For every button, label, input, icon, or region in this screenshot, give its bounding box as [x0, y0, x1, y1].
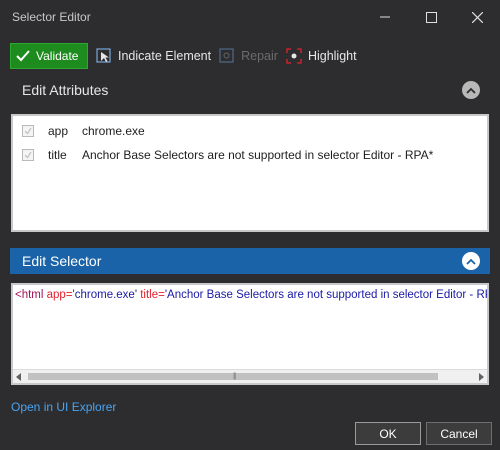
indicate-element-label: Indicate Element [118, 49, 212, 63]
repair-icon [219, 48, 234, 63]
attribute-checkbox[interactable] [22, 125, 34, 137]
highlight-icon [286, 48, 302, 64]
scroll-thumb[interactable]: ||| [28, 373, 438, 380]
scroll-right-icon[interactable] [479, 373, 484, 381]
ok-button[interactable]: OK [355, 422, 421, 445]
selector-attr-token: app= [46, 289, 73, 301]
attribute-checkbox[interactable] [22, 149, 34, 161]
title-bar: Selector Editor [0, 0, 500, 34]
maximize-icon [425, 11, 437, 23]
validate-button[interactable]: Validate [10, 43, 88, 69]
edit-attributes-title: Edit Attributes [22, 82, 109, 98]
collapse-selector-button[interactable] [462, 252, 480, 270]
attribute-row-app: app chrome.exe [13, 119, 487, 143]
toolbar: Validate Indicate Element Repair Highlig… [0, 42, 500, 70]
minimize-icon [380, 16, 390, 18]
edit-selector-title: Edit Selector [22, 253, 102, 269]
edit-attributes-header: Edit Attributes [10, 77, 490, 103]
repair-button[interactable]: Repair [219, 43, 278, 69]
edit-selector-header: Edit Selector [10, 248, 490, 274]
attributes-panel: app chrome.exe title Anchor Base Selecto… [11, 114, 489, 232]
attribute-name: title [48, 148, 67, 162]
selector-text[interactable]: <html app='chrome.exe' title='Anchor Bas… [15, 289, 489, 301]
collapse-attributes-button[interactable] [462, 81, 480, 99]
indicate-element-button[interactable]: Indicate Element [96, 43, 211, 69]
selector-value-token: 'Anchor Base Selectors are not supported… [164, 289, 489, 301]
indicate-element-icon [96, 48, 111, 63]
chevron-up-icon [466, 258, 476, 265]
repair-label: Repair [241, 49, 278, 63]
maximize-button[interactable] [408, 0, 454, 34]
attribute-value: chrome.exe [82, 124, 145, 138]
minimize-button[interactable] [362, 0, 408, 34]
attribute-row-title: title Anchor Base Selectors are not supp… [13, 143, 487, 167]
selector-value-token: 'chrome.exe' [72, 289, 138, 301]
chevron-up-icon [466, 87, 476, 94]
window-title: Selector Editor [12, 10, 91, 24]
check-icon [24, 151, 32, 159]
selector-tag-token: <html [15, 289, 47, 301]
validate-label: Validate [36, 49, 79, 63]
selector-editor[interactable]: <html app='chrome.exe' title='Anchor Bas… [11, 283, 489, 385]
attribute-value: Anchor Base Selectors are not supported … [82, 148, 434, 162]
grip-icon: ||| [233, 373, 237, 380]
check-icon [24, 127, 32, 135]
highlight-button[interactable]: Highlight [286, 43, 357, 69]
checkmark-icon [16, 50, 30, 62]
attribute-name: app [48, 124, 69, 138]
cancel-button[interactable]: Cancel [426, 422, 492, 445]
close-button[interactable] [454, 0, 500, 34]
highlight-label: Highlight [307, 49, 357, 63]
selector-attr-token: title= [140, 289, 165, 301]
open-in-ui-explorer-link[interactable]: Open in UI Explorer [11, 400, 116, 414]
close-icon [471, 11, 483, 23]
horizontal-scrollbar[interactable]: ||| [13, 369, 487, 383]
scroll-left-icon[interactable] [16, 373, 21, 381]
